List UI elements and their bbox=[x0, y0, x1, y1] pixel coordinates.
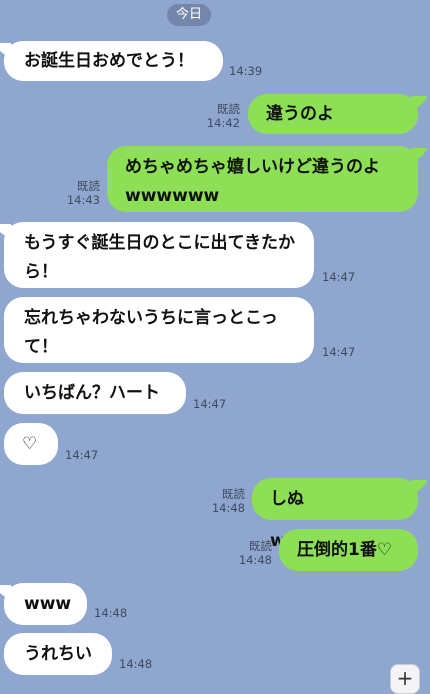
message-bubble-incoming[interactable]: もうすぐ誕生日のとこに出てきたから！ bbox=[4, 222, 314, 288]
message-bubble-incoming[interactable]: いちばん？ハート bbox=[4, 372, 186, 414]
message-meta: 14:39 bbox=[229, 64, 262, 78]
message-time: 14:47 bbox=[65, 448, 99, 462]
message-bubble-incoming[interactable]: www bbox=[4, 583, 87, 625]
message-meta: 既読 14:43 bbox=[56, 179, 100, 207]
message-time: 14:47 bbox=[322, 270, 356, 284]
message-bubble-outgoing[interactable]: しぬ wwwwww bbox=[252, 478, 418, 551]
message-bubble-incoming[interactable]: お誕生日おめでとう！ bbox=[4, 41, 223, 81]
read-receipt: 既読 bbox=[77, 179, 100, 193]
message-meta: 14:47 bbox=[65, 448, 98, 462]
message-time: 14:48 bbox=[211, 501, 245, 515]
message-meta: 14:47 bbox=[193, 397, 226, 411]
message-meta: 14:48 bbox=[94, 606, 127, 620]
plus-icon[interactable]: + bbox=[390, 664, 420, 694]
message-text: いちばん？ハート bbox=[24, 383, 160, 403]
message-meta: 14:47 bbox=[322, 345, 355, 359]
message-meta: 既読 14:48 bbox=[228, 539, 272, 567]
message-bubble-incoming[interactable]: 忘れちゃわないうちに言っとこって！ bbox=[4, 297, 314, 363]
message-time: 14:48 bbox=[238, 553, 272, 567]
message-bubble-outgoing[interactable]: めちゃめちゃ嬉しいけど違うのよwwwwww bbox=[107, 146, 418, 212]
message-text: うれちい bbox=[24, 644, 92, 664]
message-meta: 14:48 bbox=[119, 657, 152, 671]
message-text: もうすぐ誕生日のとこに出てきたから！ bbox=[24, 233, 295, 282]
message-time: 14:48 bbox=[119, 657, 153, 671]
message-bubble-incoming[interactable]: うれちい bbox=[4, 633, 112, 675]
message-meta: 既読 14:48 bbox=[201, 487, 245, 515]
message-bubble-incoming[interactable]: ♡ bbox=[4, 423, 58, 465]
read-receipt: 既読 bbox=[217, 102, 240, 116]
message-time: 14:47 bbox=[193, 397, 227, 411]
message-meta: 既読 14:42 bbox=[196, 102, 240, 130]
message-text: 圧倒的1番♡ bbox=[297, 540, 393, 560]
message-text: お誕生日おめでとう！ bbox=[24, 51, 194, 71]
message-text: 忘れちゃわないうちに言っとこって！ bbox=[24, 308, 278, 357]
message-bubble-outgoing[interactable]: 圧倒的1番♡ bbox=[279, 529, 418, 571]
message-bubble-outgoing[interactable]: 違うのよ wwww bbox=[248, 94, 418, 164]
message-time: 14:39 bbox=[229, 64, 263, 78]
message-time: 14:43 bbox=[66, 193, 100, 207]
message-text: www bbox=[24, 594, 72, 614]
message-time: 14:42 bbox=[206, 116, 240, 130]
read-receipt: 既読 bbox=[222, 487, 245, 501]
heart-icon: ♡ bbox=[22, 434, 38, 454]
message-time: 14:47 bbox=[322, 345, 356, 359]
read-receipt: 既読 bbox=[249, 539, 272, 553]
message-text: めちゃめちゃ嬉しいけど違うのよwwwwww bbox=[125, 157, 380, 206]
message-time: 14:48 bbox=[94, 606, 128, 620]
date-separator: 今日 bbox=[167, 4, 211, 26]
message-meta: 14:47 bbox=[322, 270, 355, 284]
